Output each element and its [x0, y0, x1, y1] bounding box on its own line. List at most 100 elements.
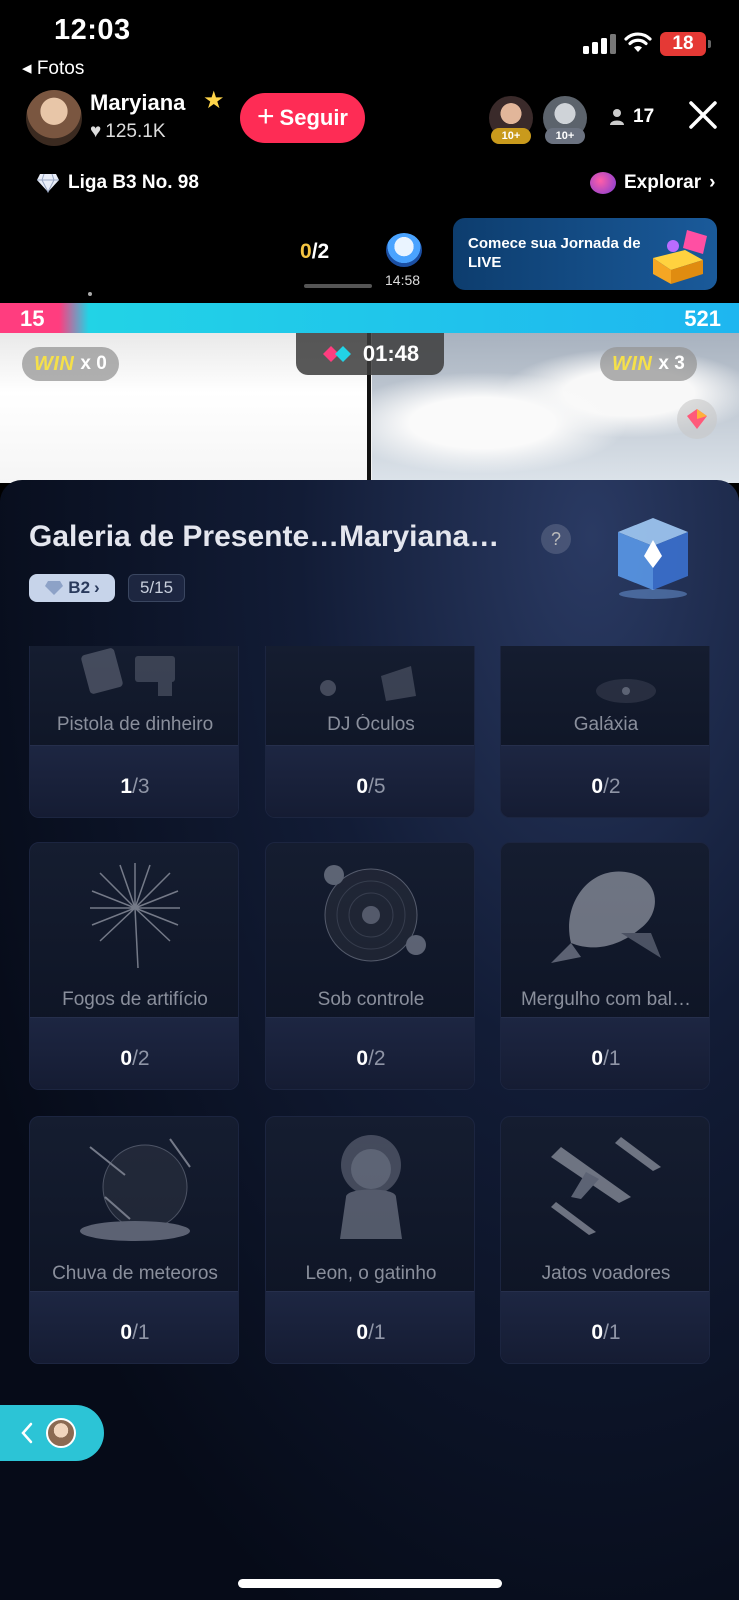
heart-icon: ♥: [90, 121, 102, 142]
top-viewer-avatar[interactable]: 10+: [489, 96, 533, 144]
gift-card[interactable]: DJ Óculos 0/5: [265, 646, 475, 818]
chevron-right-icon: ›: [709, 172, 716, 193]
gift-name: Pistola de dinheiro: [56, 714, 214, 735]
gift-have: 0: [591, 1321, 604, 1344]
help-icon[interactable]: ?: [541, 524, 571, 554]
dj-glasses-icon: [320, 666, 416, 701]
live-journey-banner[interactable]: Comece sua Jornada de LIVE: [453, 218, 717, 290]
explore-link[interactable]: Explorar ›: [590, 172, 715, 194]
home-indicator[interactable]: [238, 1579, 502, 1588]
league-link[interactable]: Liga B3 No. 98: [36, 172, 199, 194]
win-label: WIN: [612, 352, 653, 375]
gift-name: Fogos de artifício: [62, 989, 208, 1010]
galaxy-icon: [596, 679, 656, 703]
gift-total: /1: [368, 1321, 386, 1344]
gift-name: Chuva de meteoros: [52, 1263, 218, 1284]
diamond-icon: [45, 581, 64, 595]
battery-indicator: 18: [660, 32, 711, 56]
gift-name: Jatos voadores: [541, 1263, 671, 1284]
person-icon: [610, 109, 624, 125]
host-avatar[interactable]: [26, 90, 82, 146]
mission-progress-bar: [304, 284, 372, 288]
gift-card[interactable]: Jatos voadores 0/1: [500, 1116, 710, 1364]
battle-icon: [322, 346, 351, 362]
gift-card[interactable]: Fogos de artifício 0/2: [29, 842, 239, 1090]
gift-card[interactable]: Mergulho com bal… 0/1: [500, 842, 710, 1090]
battle-timer: 01:48: [296, 333, 444, 375]
fireworks-icon: [90, 863, 180, 969]
gift-name: Mergulho com bal…: [520, 989, 692, 1010]
gift-card[interactable]: Sob controle 0/2: [265, 842, 475, 1090]
gift-have: 0: [591, 1047, 604, 1070]
gift-total: /2: [132, 1047, 150, 1070]
page-indicator-dot: [88, 292, 92, 296]
gift-card[interactable]: Chuva de meteoros 0/1: [29, 1116, 239, 1364]
gallery-title: Galeria de Presente…Maryiana…: [29, 520, 500, 553]
gift-have: 0: [120, 1321, 133, 1344]
gift-name: Galáxia: [573, 714, 639, 735]
back-to-app-link[interactable]: ◂ Fotos: [22, 57, 84, 80]
signal-icon: [583, 34, 617, 54]
effect-icon[interactable]: [677, 399, 717, 439]
viewer-count-value: 17: [633, 106, 655, 127]
gift-have: 0: [356, 1321, 369, 1344]
wifi-icon: [624, 32, 652, 52]
gift-card[interactable]: Galáxia 0/2: [500, 646, 710, 818]
win-count: x 0: [80, 353, 107, 374]
gift-have: 0: [120, 1047, 133, 1070]
gift-name: DJ Óculos: [327, 714, 415, 735]
crystal-cube-icon: [618, 518, 688, 599]
tier-label: B2: [68, 578, 91, 597]
vinyl-record-icon: [324, 865, 426, 962]
win-streak-left: WIN x 0: [22, 347, 119, 381]
meteor-shower-icon: [80, 1138, 191, 1241]
chevron-left-icon: [21, 1422, 33, 1444]
gift-progress: 0/2: [266, 1047, 474, 1071]
follow-label: Seguir: [279, 105, 348, 130]
host-name[interactable]: Maryiana: [90, 90, 185, 116]
viewer-count[interactable]: 17: [609, 106, 654, 128]
co-host-tab[interactable]: [0, 1405, 104, 1461]
gem-icon: [687, 409, 707, 429]
status-time: 12:03: [54, 14, 131, 46]
gift-box-icon: [653, 230, 707, 284]
gift-total: /2: [603, 775, 621, 798]
gift-have: 1: [120, 775, 133, 798]
battle-timer-value: 01:48: [362, 341, 420, 366]
follow-button[interactable]: + Seguir: [240, 93, 365, 143]
score-left: 15: [20, 306, 45, 331]
league-label: Liga B3 No. 98: [68, 172, 199, 193]
gift-card[interactable]: Pistola de dinheiro 1/3: [29, 646, 239, 818]
top-viewer-avatar[interactable]: 10+: [543, 96, 587, 144]
gift-progress: 0/1: [501, 1321, 709, 1345]
gift-card[interactable]: Leon, o gatinho 0/1: [265, 1116, 475, 1364]
astronaut-icon[interactable]: [386, 233, 422, 267]
gift-progress: 0/1: [30, 1321, 238, 1345]
chevron-right-icon: ›: [94, 578, 100, 597]
diamond-icon: [37, 173, 59, 193]
co-host-avatar: [46, 1418, 76, 1448]
status-bar: 12:03 18 ◂ Fotos: [0, 0, 739, 79]
event-timer: 14:58: [385, 272, 421, 288]
gift-progress: 0/5: [266, 775, 474, 799]
tier-badge[interactable]: B2 ›: [29, 574, 115, 602]
mission-progress-done: 0: [300, 240, 312, 263]
mission-progress[interactable]: 0/2: [300, 240, 329, 264]
collected-count: 5/15: [128, 574, 185, 602]
gift-total: /1: [603, 1321, 621, 1344]
plus-icon: +: [257, 99, 275, 133]
battle-score-bar: [0, 303, 739, 333]
gift-progress: 0/1: [501, 1047, 709, 1071]
win-label: WIN: [34, 352, 75, 375]
jets-icon: [551, 1137, 661, 1235]
gift-name: Sob controle: [317, 989, 425, 1010]
score-right: 521: [684, 306, 721, 331]
money-gun-icon: [81, 648, 175, 696]
gift-total: /1: [603, 1047, 621, 1070]
gift-total: /3: [132, 775, 150, 798]
close-icon[interactable]: [686, 98, 720, 132]
whale-icon: [551, 871, 661, 963]
gift-total: /2: [368, 1047, 386, 1070]
gift-progress: 1/3: [30, 775, 238, 799]
promo-text: Comece sua Jornada de LIVE: [468, 235, 641, 271]
